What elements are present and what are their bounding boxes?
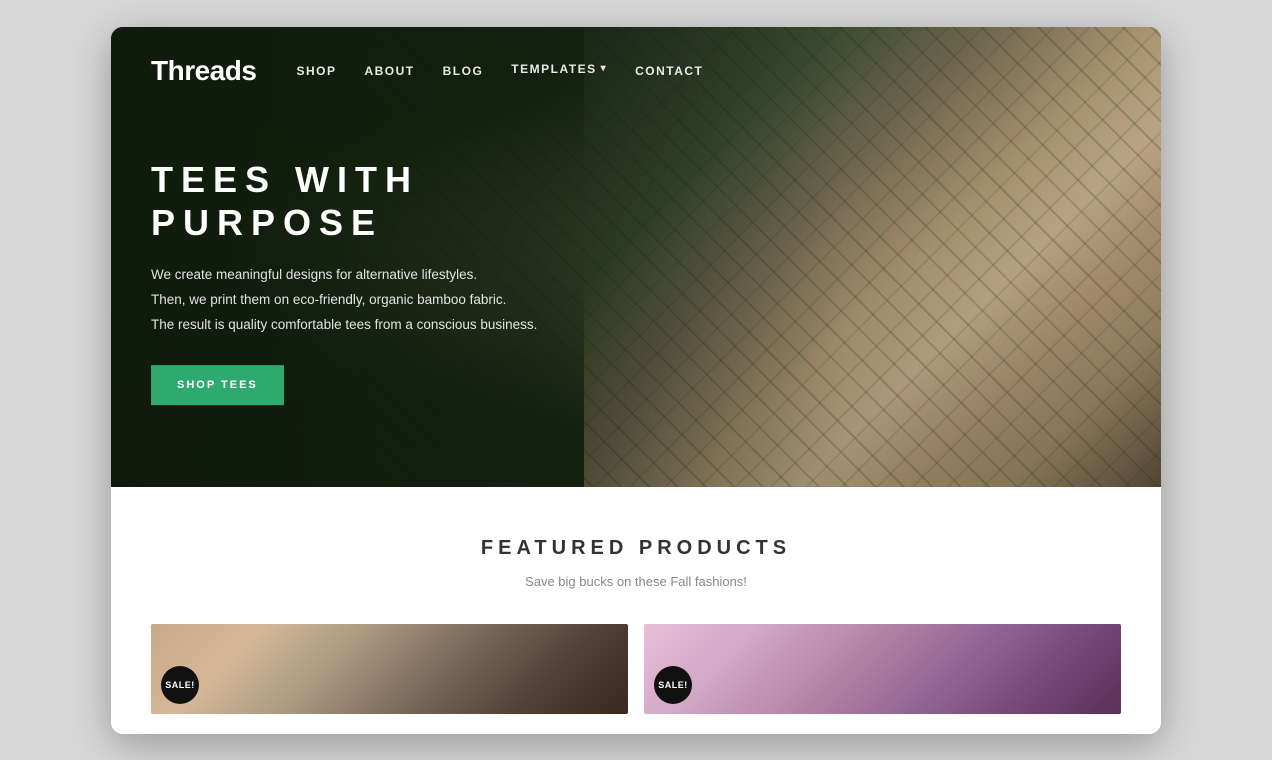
product-card-1[interactable]: SALE! xyxy=(151,624,628,714)
product-card-2[interactable]: SALE! xyxy=(644,624,1121,714)
nav-link-blog[interactable]: BLOG xyxy=(443,64,484,78)
browser-window: Threads SHOP ABOUT BLOG TEMPLATES CONTAC… xyxy=(111,27,1161,734)
products-grid: SALE! SALE! xyxy=(151,624,1121,714)
nav-item-about[interactable]: ABOUT xyxy=(364,62,414,80)
nav-links: SHOP ABOUT BLOG TEMPLATES CONTACT xyxy=(296,62,703,80)
hero-description: We create meaningful designs for alterna… xyxy=(151,264,571,337)
nav-link-shop[interactable]: SHOP xyxy=(296,64,336,78)
hero-desc-line1: We create meaningful designs for alterna… xyxy=(151,264,571,287)
nav-item-blog[interactable]: BLOG xyxy=(443,62,484,80)
featured-subtitle: Save big bucks on these Fall fashions! xyxy=(151,574,1121,589)
shop-tees-button[interactable]: SHOP TEES xyxy=(151,365,284,405)
hero-content: TEES WITH PURPOSE We create meaningful d… xyxy=(151,158,571,405)
sale-badge-2: SALE! xyxy=(654,666,692,704)
nav-item-contact[interactable]: CONTACT xyxy=(635,62,703,80)
hero-desc-line3: The result is quality comfortable tees f… xyxy=(151,314,571,337)
nav-link-about[interactable]: ABOUT xyxy=(364,64,414,78)
main-nav: Threads SHOP ABOUT BLOG TEMPLATES CONTAC… xyxy=(111,27,1161,115)
hero-desc-line2: Then, we print them on eco-friendly, org… xyxy=(151,289,571,312)
site-logo[interactable]: Threads xyxy=(151,55,256,87)
sale-badge-1: SALE! xyxy=(161,666,199,704)
nav-link-templates[interactable]: TEMPLATES xyxy=(511,62,607,76)
featured-section: FEATURED PRODUCTS Save big bucks on thes… xyxy=(111,487,1161,734)
nav-item-templates[interactable]: TEMPLATES xyxy=(511,62,607,80)
hero-section: Threads SHOP ABOUT BLOG TEMPLATES CONTAC… xyxy=(111,27,1161,487)
featured-title: FEATURED PRODUCTS xyxy=(151,537,1121,560)
nav-link-contact[interactable]: CONTACT xyxy=(635,64,703,78)
hero-title: TEES WITH PURPOSE xyxy=(151,158,571,244)
nav-item-shop[interactable]: SHOP xyxy=(296,62,336,80)
